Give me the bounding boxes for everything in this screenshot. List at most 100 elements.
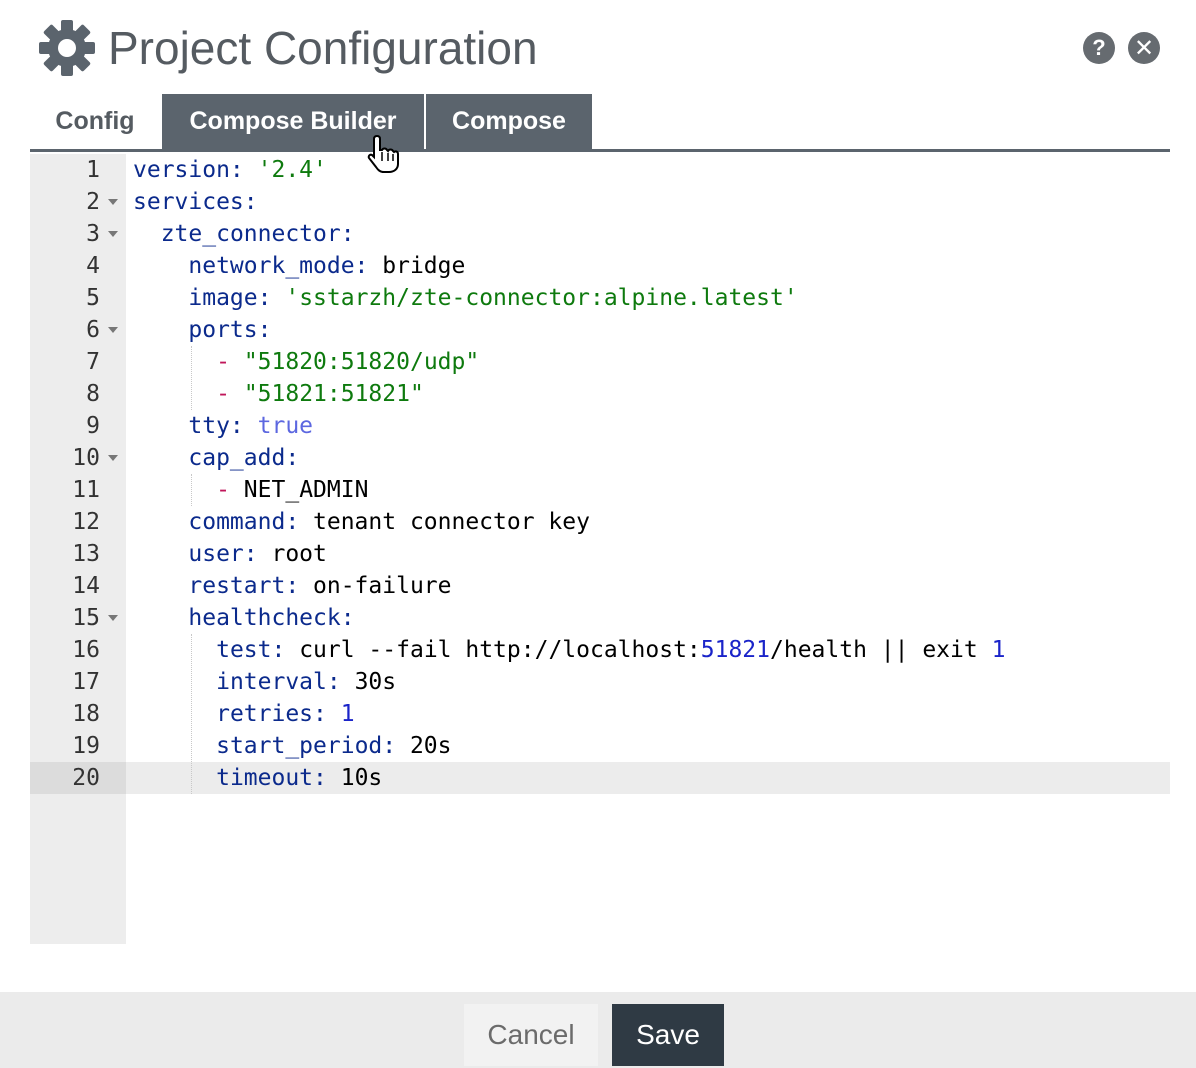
code-token: 30s <box>340 669 397 695</box>
line-number: 8 <box>86 381 100 407</box>
code-line: timeout: 10s <box>133 762 382 794</box>
code-token: 'sstarzh/zte-connector:alpine.latest' <box>285 285 798 311</box>
code-token: root <box>257 541 327 567</box>
code-token: user: <box>188 541 258 567</box>
code-line: - NET_ADMIN <box>133 474 368 506</box>
tab-config[interactable]: Config <box>30 94 160 149</box>
code-token: true <box>257 413 314 439</box>
fold-arrow-icon[interactable] <box>108 199 118 205</box>
code-token: restart: <box>188 573 300 599</box>
code-token: retries: <box>216 701 327 727</box>
code-token: "51820:51820/udp" <box>243 349 480 375</box>
line-number: 4 <box>86 253 100 279</box>
code-token: 51821 <box>700 637 771 663</box>
code-token: curl --fail http://localhost: <box>285 637 701 663</box>
code-line: interval: 30s <box>133 666 396 698</box>
code-token: network_mode: <box>188 253 369 279</box>
code-token: tenant connector key <box>299 509 590 535</box>
code-line: command: tenant connector key <box>133 506 590 538</box>
line-number: 2 <box>86 189 100 215</box>
code-token: version: <box>133 157 244 183</box>
code-line: zte_connector: <box>133 218 355 250</box>
code-token: '2.4' <box>257 157 327 183</box>
code-token: command: <box>188 509 300 535</box>
code-token: ports: <box>188 317 272 343</box>
line-number: 17 <box>72 669 100 695</box>
code-line: services: <box>133 186 258 218</box>
code-token: healthcheck: <box>188 605 355 631</box>
code-line: cap_add: <box>133 442 299 474</box>
close-button[interactable]: ✕ <box>1128 32 1160 64</box>
code-token: 10s <box>326 765 383 791</box>
code-line: - "51820:51820/udp" <box>133 346 479 378</box>
code-token: - <box>216 477 230 503</box>
code-token: timeout: <box>216 765 327 791</box>
code-token: services: <box>133 189 258 215</box>
code-token: 1 <box>340 701 355 727</box>
code-token: "51821:51821" <box>243 381 424 407</box>
line-number: 13 <box>72 541 100 567</box>
tab-compose[interactable]: Compose <box>426 94 592 149</box>
help-button[interactable]: ? <box>1083 32 1115 64</box>
line-number: 10 <box>72 445 100 471</box>
line-number: 14 <box>72 573 100 599</box>
code-line: start_period: 20s <box>133 730 452 762</box>
code-token: test: <box>216 637 286 663</box>
code-token: interval: <box>216 669 341 695</box>
code-token: /health || exit <box>770 637 992 663</box>
line-number: 1 <box>86 157 100 183</box>
line-number: 6 <box>86 317 100 343</box>
fold-arrow-icon[interactable] <box>108 327 118 333</box>
code-token: tty: <box>188 413 244 439</box>
line-number: 7 <box>86 349 100 375</box>
code-line: network_mode: bridge <box>133 250 465 282</box>
close-icon: ✕ <box>1133 34 1155 62</box>
code-line: test: curl --fail http://localhost:51821… <box>133 634 1005 666</box>
dialog-footer: Cancel Save <box>0 992 1196 1068</box>
code-line: version: '2.4' <box>133 154 327 186</box>
line-number: 5 <box>86 285 100 311</box>
code-token: image: <box>188 285 272 311</box>
line-number: 11 <box>72 477 100 503</box>
code-token: start_period: <box>216 733 397 759</box>
fold-arrow-icon[interactable] <box>108 615 118 621</box>
line-number: 15 <box>72 605 100 631</box>
code-token: cap_add: <box>188 445 300 471</box>
cancel-button[interactable]: Cancel <box>464 1004 598 1066</box>
code-line: - "51821:51821" <box>133 378 424 410</box>
code-editor[interactable]: 1 version: '2.4' 2 services: 3 zte_connector… <box>30 154 1170 944</box>
dialog-titlebar: Project Configuration ? ✕ <box>0 0 1196 94</box>
code-token: on-failure <box>299 573 452 599</box>
dialog-title: Project Configuration <box>108 22 538 74</box>
code-line: image: 'sstarzh/zte-connector:alpine.lat… <box>133 282 798 314</box>
code-line: retries: 1 <box>133 698 355 730</box>
code-token: - <box>216 349 230 375</box>
code-line: healthcheck: <box>133 602 355 634</box>
line-number: 9 <box>86 413 100 439</box>
code-token: bridge <box>368 253 466 279</box>
fold-arrow-icon[interactable] <box>108 455 118 461</box>
line-number: 12 <box>72 509 100 535</box>
code-line: tty: true <box>133 410 313 442</box>
code-token: 20s <box>396 733 452 759</box>
code-token: 1 <box>991 637 1006 663</box>
gear-icon <box>39 20 95 76</box>
save-button[interactable]: Save <box>612 1004 724 1066</box>
code-line: ports: <box>133 314 271 346</box>
line-number: 19 <box>72 733 100 759</box>
code-token: zte_connector: <box>160 221 355 247</box>
line-number: 3 <box>86 221 100 247</box>
line-number: 20 <box>72 765 100 791</box>
fold-arrow-icon[interactable] <box>108 231 118 237</box>
line-number: 16 <box>72 637 100 663</box>
question-icon: ? <box>1092 35 1106 60</box>
code-line: user: root <box>133 538 327 570</box>
code-line: restart: on-failure <box>133 570 452 602</box>
line-number: 18 <box>72 701 100 727</box>
